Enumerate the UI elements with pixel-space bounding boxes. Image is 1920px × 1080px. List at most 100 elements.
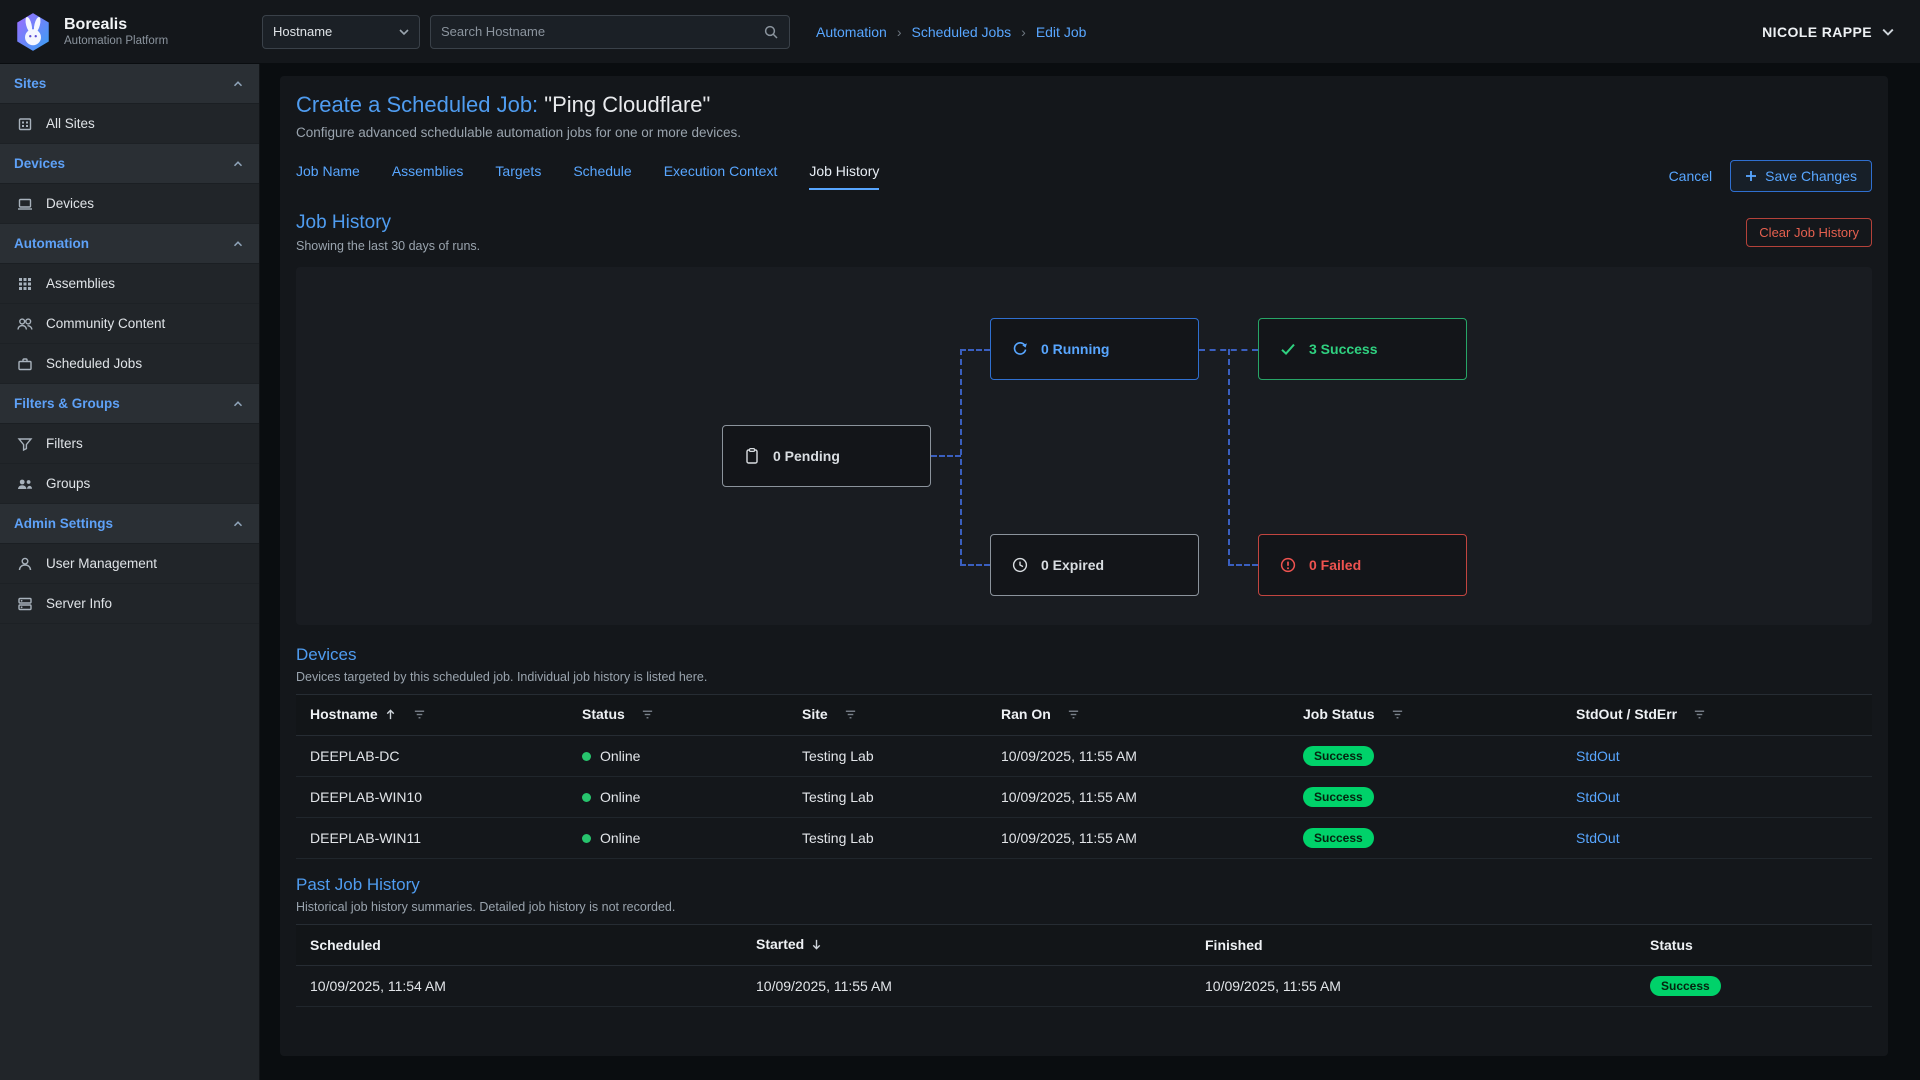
sidebar-item-all-sites[interactable]: All Sites [0, 104, 259, 144]
sidebar-section-devices[interactable]: Devices [0, 144, 259, 184]
online-status-dot [582, 793, 591, 802]
ran-on-cell: 10/09/2025, 11:55 AM [993, 777, 1295, 818]
status-cell: Online [574, 818, 794, 859]
filter-list-icon[interactable] [1391, 708, 1404, 724]
hostname-search [430, 15, 790, 49]
user-menu[interactable]: NICOLE RAPPE [1762, 24, 1894, 40]
breadcrumb-scheduled-jobs[interactable]: Scheduled Jobs [912, 24, 1012, 40]
stdout-cell: StdOut [1568, 818, 1872, 859]
sidebar-item-groups[interactable]: Groups [0, 464, 259, 504]
filter-list-icon[interactable] [413, 708, 426, 724]
devices-subheading: Devices targeted by this scheduled job. … [296, 670, 1872, 684]
clear-job-history-button[interactable]: Clear Job History [1746, 218, 1872, 247]
col-label: Ran On [1001, 706, 1051, 722]
col-scheduled[interactable]: Scheduled [296, 925, 748, 966]
breadcrumb-edit-job[interactable]: Edit Job [1036, 24, 1087, 40]
site-cell: Testing Lab [794, 777, 993, 818]
sidebar-section-label: Admin Settings [14, 516, 113, 531]
expired-status-box: 0 Expired [990, 534, 1199, 596]
search-input[interactable] [441, 24, 763, 39]
page-title-job-name: "Ping Cloudflare" [544, 92, 710, 117]
hostname-cell: DEEPLAB-DC [296, 736, 574, 777]
filter-icon [16, 435, 34, 453]
sidebar-item-filters[interactable]: Filters [0, 424, 259, 464]
col-started[interactable]: Started [748, 925, 1197, 966]
col-job-status[interactable]: Job Status [1295, 695, 1568, 736]
col-status[interactable]: Status [1642, 925, 1872, 966]
sidebar-item-scheduled-jobs[interactable]: Scheduled Jobs [0, 344, 259, 384]
edit-job-card: Create a Scheduled Job: "Ping Cloudflare… [280, 76, 1888, 1056]
search-icon[interactable] [763, 24, 779, 40]
success-count-label: 3 Success [1309, 341, 1378, 357]
status-cell: Online [574, 777, 794, 818]
tab-job-name[interactable]: Job Name [296, 163, 360, 190]
sort-asc-icon[interactable] [384, 708, 397, 724]
sidebar-item-server-info[interactable]: Server Info [0, 584, 259, 624]
flow-connector [960, 564, 990, 566]
breadcrumb-separator: › [1021, 24, 1026, 40]
sidebar-item-assemblies[interactable]: Assemblies [0, 264, 259, 304]
col-label: Status [1650, 937, 1693, 953]
filter-list-icon[interactable] [1067, 708, 1080, 724]
table-row: 10/09/2025, 11:54 AM 10/09/2025, 11:55 A… [296, 966, 1872, 1007]
table-row: DEEPLAB-DC Online Testing Lab 10/09/2025… [296, 736, 1872, 777]
chevron-down-icon [1882, 26, 1894, 38]
sidebar-item-devices[interactable]: Devices [0, 184, 259, 224]
col-hostname[interactable]: Hostname [296, 695, 574, 736]
col-stdout-stderr[interactable]: StdOut / StdErr [1568, 695, 1872, 736]
col-ran-on[interactable]: Ran On [993, 695, 1295, 736]
col-status[interactable]: Status [574, 695, 794, 736]
past-job-history-section: Past Job History Historical job history … [296, 875, 1872, 1007]
col-site[interactable]: Site [794, 695, 993, 736]
sort-desc-icon[interactable] [810, 938, 823, 954]
tab-job-history[interactable]: Job History [809, 163, 879, 190]
cancel-button[interactable]: Cancel [1669, 168, 1713, 184]
filter-list-icon[interactable] [641, 708, 654, 724]
hostname-dropdown[interactable]: Hostname [262, 15, 420, 49]
check-icon [1279, 340, 1297, 358]
stdout-link[interactable]: StdOut [1576, 830, 1620, 846]
brand-name: Borealis [64, 16, 168, 34]
pending-status-box: 0 Pending [722, 425, 931, 487]
flow-connector [960, 349, 990, 351]
community-icon [16, 315, 34, 333]
sidebar-section-filters-groups[interactable]: Filters & Groups [0, 384, 259, 424]
sidebar-section-sites[interactable]: Sites [0, 64, 259, 104]
tabs-row: Job Name Assemblies Targets Schedule Exe… [296, 160, 1872, 192]
expired-count-label: 0 Expired [1041, 557, 1104, 573]
col-label: Scheduled [310, 937, 381, 953]
flow-connector [1228, 349, 1230, 565]
table-row: DEEPLAB-WIN11 Online Testing Lab 10/09/2… [296, 818, 1872, 859]
brand-subtitle: Automation Platform [64, 35, 168, 47]
sidebar-section-admin-settings[interactable]: Admin Settings [0, 504, 259, 544]
stdout-link[interactable]: StdOut [1576, 748, 1620, 764]
clock-icon [1011, 556, 1029, 574]
ran-on-cell: 10/09/2025, 11:55 AM [993, 818, 1295, 859]
chevron-down-icon [399, 27, 409, 37]
sidebar-item-user-management[interactable]: User Management [0, 544, 259, 584]
site-cell: Testing Lab [794, 818, 993, 859]
col-label: Status [582, 706, 625, 722]
failed-count-label: 0 Failed [1309, 557, 1361, 573]
hostname-dropdown-value: Hostname [273, 24, 332, 39]
sidebar: Sites All Sites Devices Devices Automati… [0, 64, 260, 1080]
tab-execution-context[interactable]: Execution Context [664, 163, 778, 190]
tab-targets[interactable]: Targets [495, 163, 541, 190]
stdout-link[interactable]: StdOut [1576, 789, 1620, 805]
status-label: Online [600, 830, 640, 846]
stdout-cell: StdOut [1568, 777, 1872, 818]
laptop-icon [16, 195, 34, 213]
filter-list-icon[interactable] [844, 708, 857, 724]
breadcrumb: Automation › Scheduled Jobs › Edit Job [816, 24, 1086, 40]
failed-status-box: 0 Failed [1258, 534, 1467, 596]
save-changes-button[interactable]: Save Changes [1730, 160, 1872, 192]
col-finished[interactable]: Finished [1197, 925, 1642, 966]
sidebar-section-automation[interactable]: Automation [0, 224, 259, 264]
tab-assemblies[interactable]: Assemblies [392, 163, 464, 190]
sidebar-item-community-content[interactable]: Community Content [0, 304, 259, 344]
tab-schedule[interactable]: Schedule [573, 163, 631, 190]
status-badge: Success [1303, 828, 1374, 848]
filter-list-icon[interactable] [1693, 708, 1706, 724]
briefcase-icon [16, 355, 34, 373]
breadcrumb-automation[interactable]: Automation [816, 24, 887, 40]
